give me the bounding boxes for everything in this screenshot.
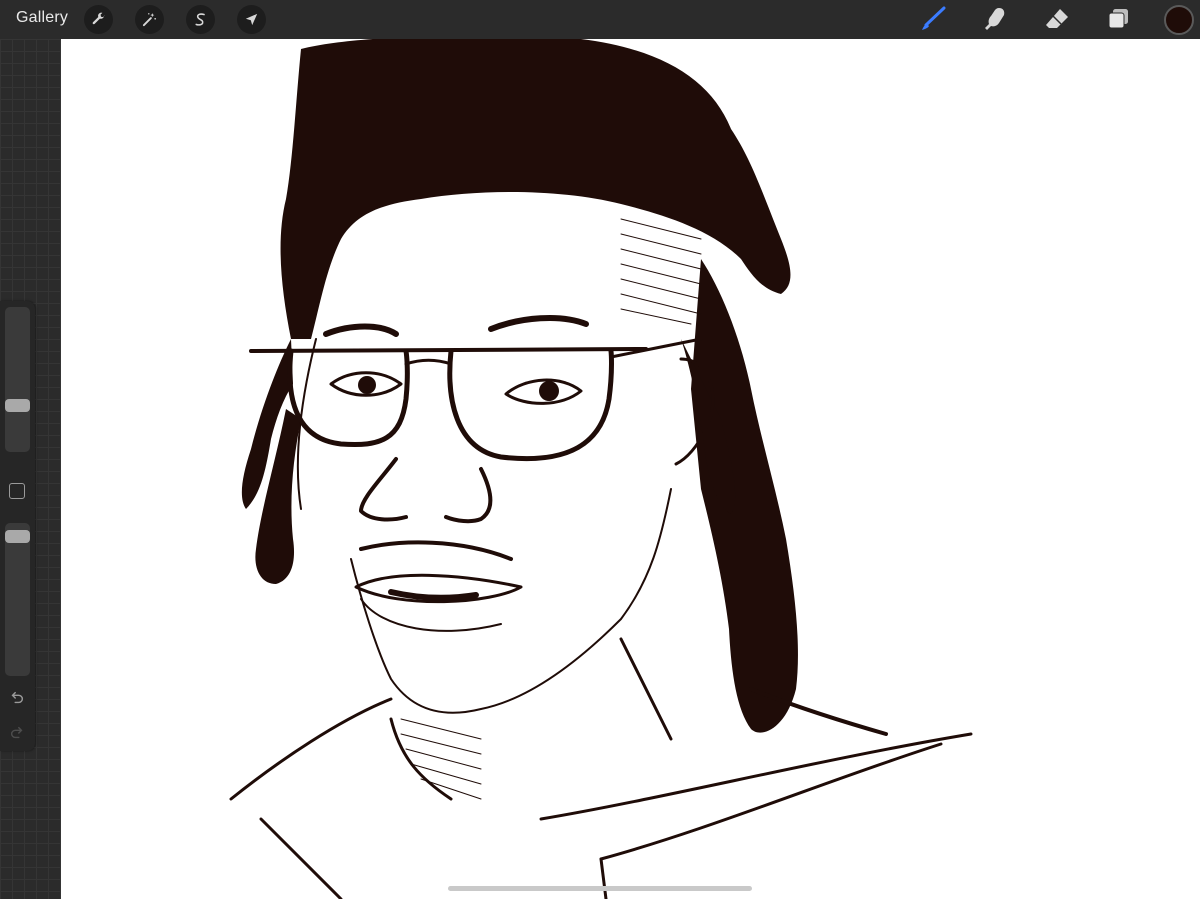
top-toolbar: Gallery: [0, 0, 1200, 40]
left-sidebar: [0, 39, 61, 899]
magic-wand-icon: [142, 13, 157, 27]
transform-arrow-icon: [245, 13, 258, 26]
sketch-portrait-artwork: [229, 39, 973, 899]
home-indicator: [448, 886, 752, 891]
layers-icon: [1108, 9, 1128, 29]
brush-size-handle[interactable]: [5, 399, 30, 412]
undo-button[interactable]: [8, 689, 26, 707]
smudge-finger-icon: [985, 8, 1005, 30]
brush-tool-button[interactable]: [918, 4, 948, 34]
brush-opacity-slider[interactable]: [5, 523, 30, 676]
undo-icon: [11, 691, 24, 704]
color-picker-button[interactable]: [1164, 5, 1194, 35]
transform-button[interactable]: [237, 5, 266, 34]
modify-button[interactable]: [9, 483, 25, 499]
brush-opacity-handle[interactable]: [5, 530, 30, 543]
smudge-tool-button[interactable]: [980, 4, 1010, 34]
wrench-icon: [92, 12, 105, 25]
brush-icon: [922, 6, 946, 30]
drawing-canvas[interactable]: [61, 39, 1200, 899]
gallery-button[interactable]: Gallery: [16, 9, 68, 27]
redo-icon: [10, 726, 23, 739]
selection-button[interactable]: [186, 5, 215, 34]
brush-controls-panel: [0, 301, 35, 751]
selection-s-icon: [195, 13, 205, 26]
redo-button[interactable]: [8, 724, 26, 742]
eraser-tool-button[interactable]: [1042, 4, 1072, 34]
adjustments-wand-button[interactable]: [135, 5, 164, 34]
layers-button[interactable]: [1103, 4, 1133, 34]
brush-size-slider[interactable]: [5, 307, 30, 452]
actions-wrench-button[interactable]: [84, 5, 113, 34]
eraser-icon: [1046, 9, 1068, 28]
